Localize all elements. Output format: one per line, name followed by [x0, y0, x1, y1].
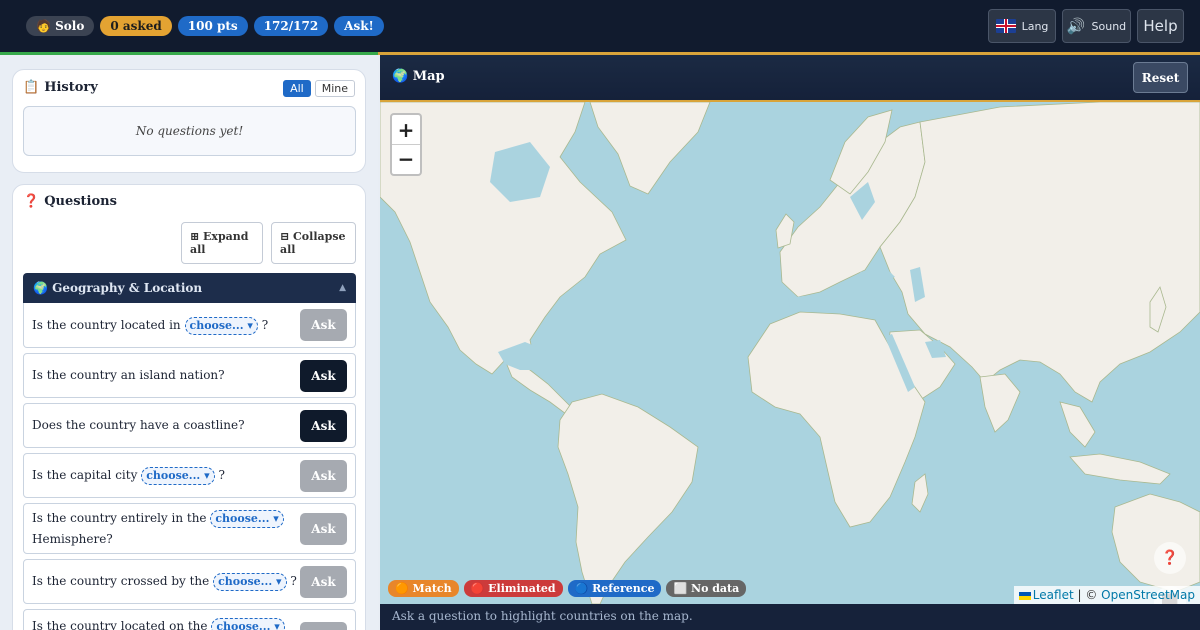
choose-dropdown[interactable]: choose... ▾ — [184, 316, 258, 335]
question-text: Is the country located in choose... ▾ ? — [32, 315, 300, 336]
question-text: Is the capital city choose... ▾ ? — [32, 465, 300, 486]
landmass-greenland — [589, 102, 711, 195]
top-bar: 🧑 Solo 0 asked 100 pts 172/172 Ask! Lang… — [0, 0, 1200, 52]
map-title: 🌍 Map — [392, 69, 445, 84]
question-text: Does the country have a coastline? — [32, 418, 245, 432]
landmass-southeast-asia — [1059, 401, 1096, 448]
question-row: Does the country have a coastline? Ask — [23, 403, 356, 448]
choose-dropdown[interactable]: choose... ▾ — [211, 618, 285, 630]
map-legend: 🟠 Match 🔴 Eliminated 🔵 Reference ⬜ No da… — [388, 580, 747, 597]
question-row: Is the country located on the choose... … — [23, 609, 356, 630]
help-circle-icon: ❓ — [1161, 550, 1179, 566]
ask-button[interactable]: Ask — [300, 409, 347, 442]
help-button[interactable]: Help — [1137, 9, 1184, 43]
collapse-caret-icon: ▲ — [339, 283, 346, 293]
map-footer-hint: Ask a question to highlight countries on… — [380, 604, 1200, 630]
legend-eliminated: 🔴 Eliminated — [463, 580, 563, 597]
clipboard-icon: 📋 — [23, 80, 40, 95]
question-row: Is the country an island nation? Ask — [23, 353, 356, 398]
mode-badge: 🧑 Solo — [26, 16, 95, 36]
ask-cta-badge[interactable]: Ask! — [334, 16, 384, 36]
uk-flag-icon — [995, 19, 1016, 33]
asked-count-badge: 0 asked — [100, 16, 172, 36]
choose-dropdown[interactable]: choose... ▾ — [210, 509, 284, 528]
question-text: Is the country located on the choose... … — [32, 616, 300, 630]
question-mark-icon: ❓ — [23, 194, 40, 209]
landmass-south-america — [557, 393, 699, 604]
world-map-tiles — [380, 102, 1200, 604]
question-text: Is the country an island nation? — [32, 368, 225, 382]
reset-map-button[interactable]: Reset — [1133, 62, 1188, 93]
question-text: Is the country entirely in the choose...… — [32, 508, 300, 550]
ask-button[interactable]: Ask — [300, 622, 347, 630]
ask-button[interactable]: Ask — [300, 459, 347, 492]
history-title-text: History — [44, 80, 98, 95]
legend-match: 🟠 Match — [388, 580, 459, 597]
openstreetmap-link[interactable]: OpenStreetMap — [1101, 588, 1195, 602]
history-title: 📋 History — [23, 80, 98, 95]
legend-no-data: ⬜ No data — [666, 580, 747, 597]
landmass-indonesia — [1069, 453, 1171, 485]
question-row: Is the country located in choose... ▾ ? … — [23, 303, 356, 348]
category-header-geography[interactable]: 🌍 Geography & Location ▲ — [23, 273, 356, 303]
points-badge: 100 pts — [177, 16, 248, 36]
landmass-australia — [1111, 493, 1200, 593]
question-text: Is the country crossed by the choose... … — [32, 571, 300, 592]
history-filter-mine[interactable]: Mine — [314, 80, 355, 97]
choose-dropdown[interactable]: choose... ▾ — [141, 467, 215, 485]
speaker-icon: 🔊 — [1066, 17, 1086, 35]
history-card: 📋 History All Mine No questions yet! — [12, 69, 366, 173]
expand-all-button[interactable]: ⊞ Expand all — [181, 222, 263, 264]
landmass-madagascar — [911, 473, 929, 513]
language-label: Lang — [1021, 19, 1049, 33]
remaining-countries-badge: 172/172 — [253, 16, 329, 36]
question-row: Is the country crossed by the choose... … — [23, 559, 356, 604]
ukraine-flag-icon — [1018, 591, 1031, 600]
sound-label: Sound — [1091, 19, 1127, 33]
sound-button[interactable]: 🔊 Sound — [1062, 9, 1131, 43]
questions-title: ❓ Questions — [23, 194, 117, 209]
zoom-out-button[interactable]: − — [392, 144, 420, 173]
category-label: 🌍 Geography & Location — [33, 281, 203, 295]
sidebar: 📋 History All Mine No questions yet! ❓ Q… — [0, 55, 378, 630]
questions-title-text: Questions — [44, 194, 117, 209]
zoom-control: + − — [390, 113, 422, 176]
zoom-in-button[interactable]: + — [392, 115, 420, 144]
ask-button[interactable]: Ask — [300, 359, 347, 392]
question-row: Is the country entirely in the choose...… — [23, 503, 356, 554]
question-row: Is the capital city choose... ▾ ? Ask — [23, 453, 356, 498]
world-map[interactable]: + − 🟠 Match 🔴 Eliminated 🔵 Reference ⬜ N… — [380, 102, 1200, 604]
status-pills: 🧑 Solo 0 asked 100 pts 172/172 Ask! — [26, 16, 384, 36]
legend-reference: 🔵 Reference — [567, 580, 662, 597]
ask-button[interactable]: Ask — [300, 309, 347, 341]
map-attribution: Leaflet | © OpenStreetMap — [1013, 586, 1200, 604]
map-header: 🌍 Map Reset — [380, 55, 1200, 100]
language-button[interactable]: Lang — [988, 9, 1056, 43]
questions-card: ❓ Questions ⊞ Expand all ⊟ Collapse all … — [12, 184, 366, 630]
landmass-india — [979, 373, 1021, 433]
history-filter: All Mine — [283, 80, 355, 97]
history-filter-all[interactable]: All — [283, 80, 311, 97]
floating-help-button[interactable]: ❓ — [1154, 542, 1186, 574]
ask-button[interactable]: Ask — [300, 512, 347, 545]
ask-button[interactable]: Ask — [300, 565, 347, 598]
choose-dropdown[interactable]: choose... ▾ — [213, 573, 287, 591]
history-empty-state: No questions yet! — [23, 106, 356, 156]
leaflet-link[interactable]: Leaflet — [1033, 588, 1074, 602]
collapse-all-button[interactable]: ⊟ Collapse all — [271, 222, 356, 264]
